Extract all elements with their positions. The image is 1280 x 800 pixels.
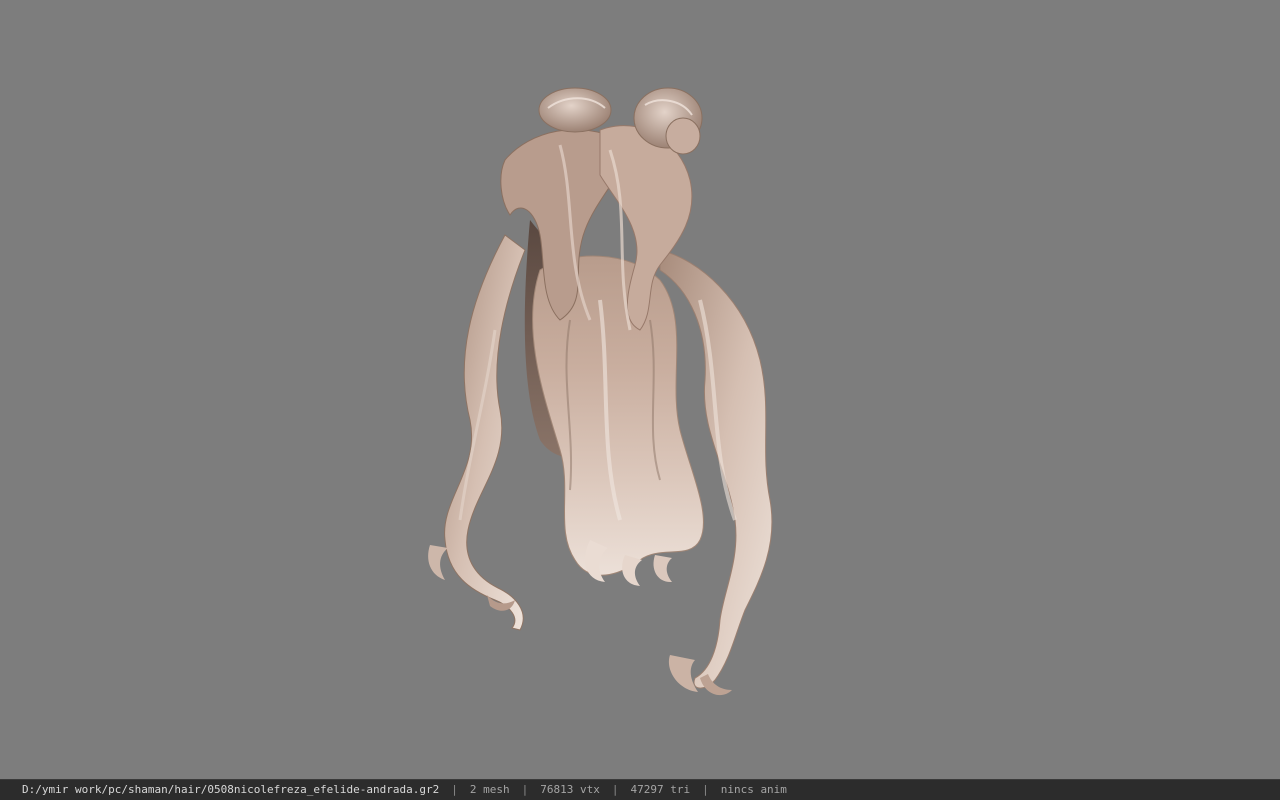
hair-model-render[interactable]: [0, 0, 1280, 779]
status-bar: D:/ymir work/pc/shaman/hair/0508nicolefr…: [0, 779, 1280, 800]
file-path: D:/ymir work/pc/shaman/hair/0508nicolefr…: [22, 783, 440, 796]
hair-bun-left: [538, 87, 612, 133]
status-separator: |: [611, 783, 619, 796]
status-separator: |: [702, 783, 709, 796]
vertex-count: 76813 vtx: [540, 783, 600, 796]
mesh-count: 2 mesh: [469, 783, 510, 796]
hair-strand-left: [444, 234, 526, 631]
animation-status: nincs anim: [720, 783, 787, 796]
status-separator: |: [451, 783, 458, 796]
status-separator: |: [521, 783, 529, 796]
triangle-count: 47297 tri: [630, 783, 691, 796]
3d-viewport[interactable]: [0, 0, 1280, 779]
